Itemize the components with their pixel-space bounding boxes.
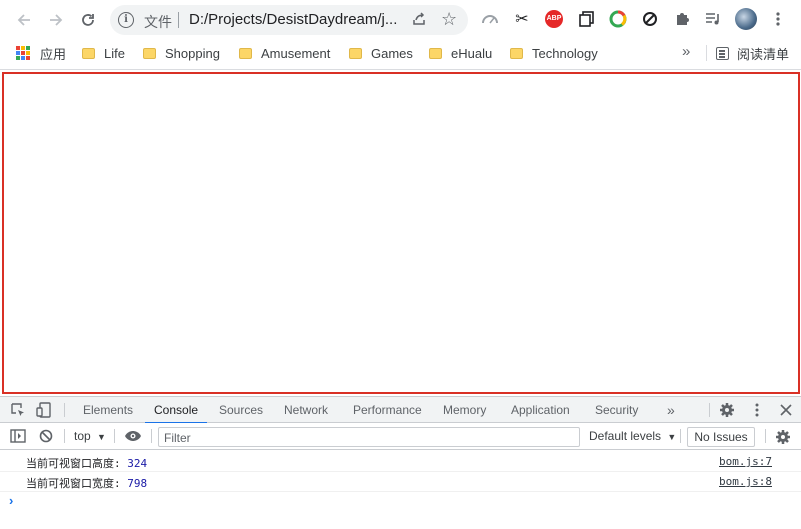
bookmark-label: 应用 xyxy=(40,46,67,62)
console-prompt[interactable]: › xyxy=(9,493,13,508)
console-settings-icon[interactable] xyxy=(775,429,791,445)
browser-toolbar: i 文件 D:/Projects/DesistDaydream/j... ☆ ✂… xyxy=(0,0,801,40)
avatar[interactable] xyxy=(734,7,758,31)
address-divider xyxy=(178,12,179,28)
message-label: 当前可视窗口宽度: xyxy=(26,477,121,490)
reading-list-button[interactable]: 阅读清单 xyxy=(716,44,789,63)
url-text[interactable]: D:/Projects/DesistDaydream/j... xyxy=(189,11,407,28)
message-value: 798 xyxy=(127,477,148,490)
devtools-panel: Elements Console Sources Network Perform… xyxy=(0,396,801,529)
message-label: 当前可视窗口高度: xyxy=(26,457,121,470)
tab-separator xyxy=(709,403,710,417)
tab-performance[interactable]: Performance xyxy=(353,397,422,423)
console-message: 当前可视窗口高度: 324 bom.js:7 xyxy=(0,452,801,472)
folder-icon xyxy=(510,47,523,59)
bookmark-star-icon[interactable]: ☆ xyxy=(441,9,457,30)
bookmark-label: Technology xyxy=(532,45,598,61)
share-icon[interactable] xyxy=(411,11,427,27)
tab-memory[interactable]: Memory xyxy=(443,397,486,423)
bookmarks-divider xyxy=(706,45,707,61)
message-value: 324 xyxy=(127,457,148,470)
folder-icon xyxy=(429,47,442,59)
address-bar[interactable]: i 文件 D:/Projects/DesistDaydream/j... ☆ xyxy=(110,5,468,35)
reading-list-label: 阅读清单 xyxy=(737,47,790,62)
copy-icon[interactable] xyxy=(577,9,597,29)
folder-icon xyxy=(239,47,252,59)
log-levels-select[interactable]: Default levels ▼ xyxy=(589,429,676,443)
tabs-overflow-icon[interactable]: » xyxy=(667,397,675,423)
close-devtools-icon[interactable] xyxy=(778,402,794,418)
bookmark-games[interactable]: Games xyxy=(349,44,413,62)
filter-input[interactable]: Filter xyxy=(158,427,580,447)
eye-icon[interactable] xyxy=(124,429,142,443)
devtools-menu-icon[interactable] xyxy=(749,402,765,418)
tab-elements[interactable]: Elements xyxy=(83,397,133,423)
bookmark-label: Games xyxy=(371,45,413,61)
tab-network[interactable]: Network xyxy=(284,397,328,423)
bookmark-label: Amusement xyxy=(261,45,331,61)
page-viewport[interactable] xyxy=(2,72,800,394)
abp-icon[interactable]: ABP xyxy=(544,9,564,29)
message-source-link[interactable]: bom.js:8 xyxy=(719,475,772,488)
chrome-circle-icon[interactable] xyxy=(608,9,628,29)
tab-application[interactable]: Application xyxy=(511,397,570,423)
bookmarks-overflow-icon[interactable]: » xyxy=(682,43,690,60)
scissors-icon[interactable]: ✂ xyxy=(512,9,532,29)
tab-console[interactable]: Console xyxy=(144,397,208,424)
tab-separator xyxy=(64,403,65,417)
forward-icon[interactable] xyxy=(44,8,68,32)
toolbar-separator xyxy=(765,429,766,443)
devtools-tabbar: Elements Console Sources Network Perform… xyxy=(0,397,801,424)
bookmark-ehualu[interactable]: eHualu xyxy=(429,44,492,62)
media-icon[interactable] xyxy=(703,9,723,29)
settings-gear-icon[interactable] xyxy=(719,402,735,418)
puzzle-icon[interactable] xyxy=(672,9,692,29)
filter-placeholder: Filter xyxy=(164,431,191,445)
abp-badge: ABP xyxy=(545,10,563,28)
chevron-down-icon: ▼ xyxy=(667,432,677,442)
security-label: 文件 xyxy=(144,14,172,30)
bookmark-label: Life xyxy=(104,45,125,61)
chrome-divider xyxy=(0,69,801,70)
more-menu-icon[interactable] xyxy=(768,9,788,29)
message-source-link[interactable]: bom.js:7 xyxy=(719,455,772,468)
gauge-icon[interactable] xyxy=(480,9,500,29)
folder-icon xyxy=(82,47,95,59)
inspect-element-icon[interactable] xyxy=(10,402,26,418)
bookmark-life[interactable]: Life xyxy=(82,44,125,62)
clear-console-icon[interactable] xyxy=(39,429,53,443)
device-toolbar-icon[interactable] xyxy=(36,402,52,418)
info-icon[interactable]: i xyxy=(118,12,134,28)
sidebar-toggle-icon[interactable] xyxy=(10,429,26,443)
console-toolbar: top ▼ Filter Default levels ▼ No Issues xyxy=(0,423,801,450)
toolbar-separator xyxy=(64,429,65,443)
message-text: 当前可视窗口宽度: 798 xyxy=(26,475,147,491)
bookmark-label: eHualu xyxy=(451,45,493,61)
folder-icon xyxy=(143,47,156,59)
bookmark-amusement[interactable]: Amusement xyxy=(239,44,330,62)
levels-value: Default levels xyxy=(589,429,662,443)
tab-security[interactable]: Security xyxy=(595,397,638,423)
toolbar-separator xyxy=(151,429,152,443)
apps-grid-icon xyxy=(16,46,30,60)
bookmark-label: Shopping xyxy=(165,45,220,61)
toolbar-separator xyxy=(114,429,115,443)
chevron-down-icon: ▼ xyxy=(97,432,106,442)
console-message: 当前可视窗口宽度: 798 bom.js:8 xyxy=(0,472,801,492)
back-icon[interactable] xyxy=(12,8,36,32)
issues-button[interactable]: No Issues xyxy=(687,427,755,447)
reading-list-icon xyxy=(716,47,729,60)
bookmark-technology[interactable]: Technology xyxy=(510,44,598,62)
context-value: top xyxy=(74,429,91,443)
block-icon[interactable] xyxy=(640,9,660,29)
reload-icon[interactable] xyxy=(76,8,100,32)
bookmarks-bar: 应用 Life Shopping Amusement Games eHualu … xyxy=(0,40,801,66)
toolbar-separator xyxy=(680,429,681,443)
folder-icon xyxy=(349,47,362,59)
tab-sources[interactable]: Sources xyxy=(219,397,263,423)
bookmark-shopping[interactable]: Shopping xyxy=(143,44,220,62)
context-select[interactable]: top ▼ xyxy=(74,429,106,443)
message-text: 当前可视窗口高度: 324 xyxy=(26,455,147,471)
bookmark-apps[interactable]: 应用 xyxy=(16,44,66,62)
